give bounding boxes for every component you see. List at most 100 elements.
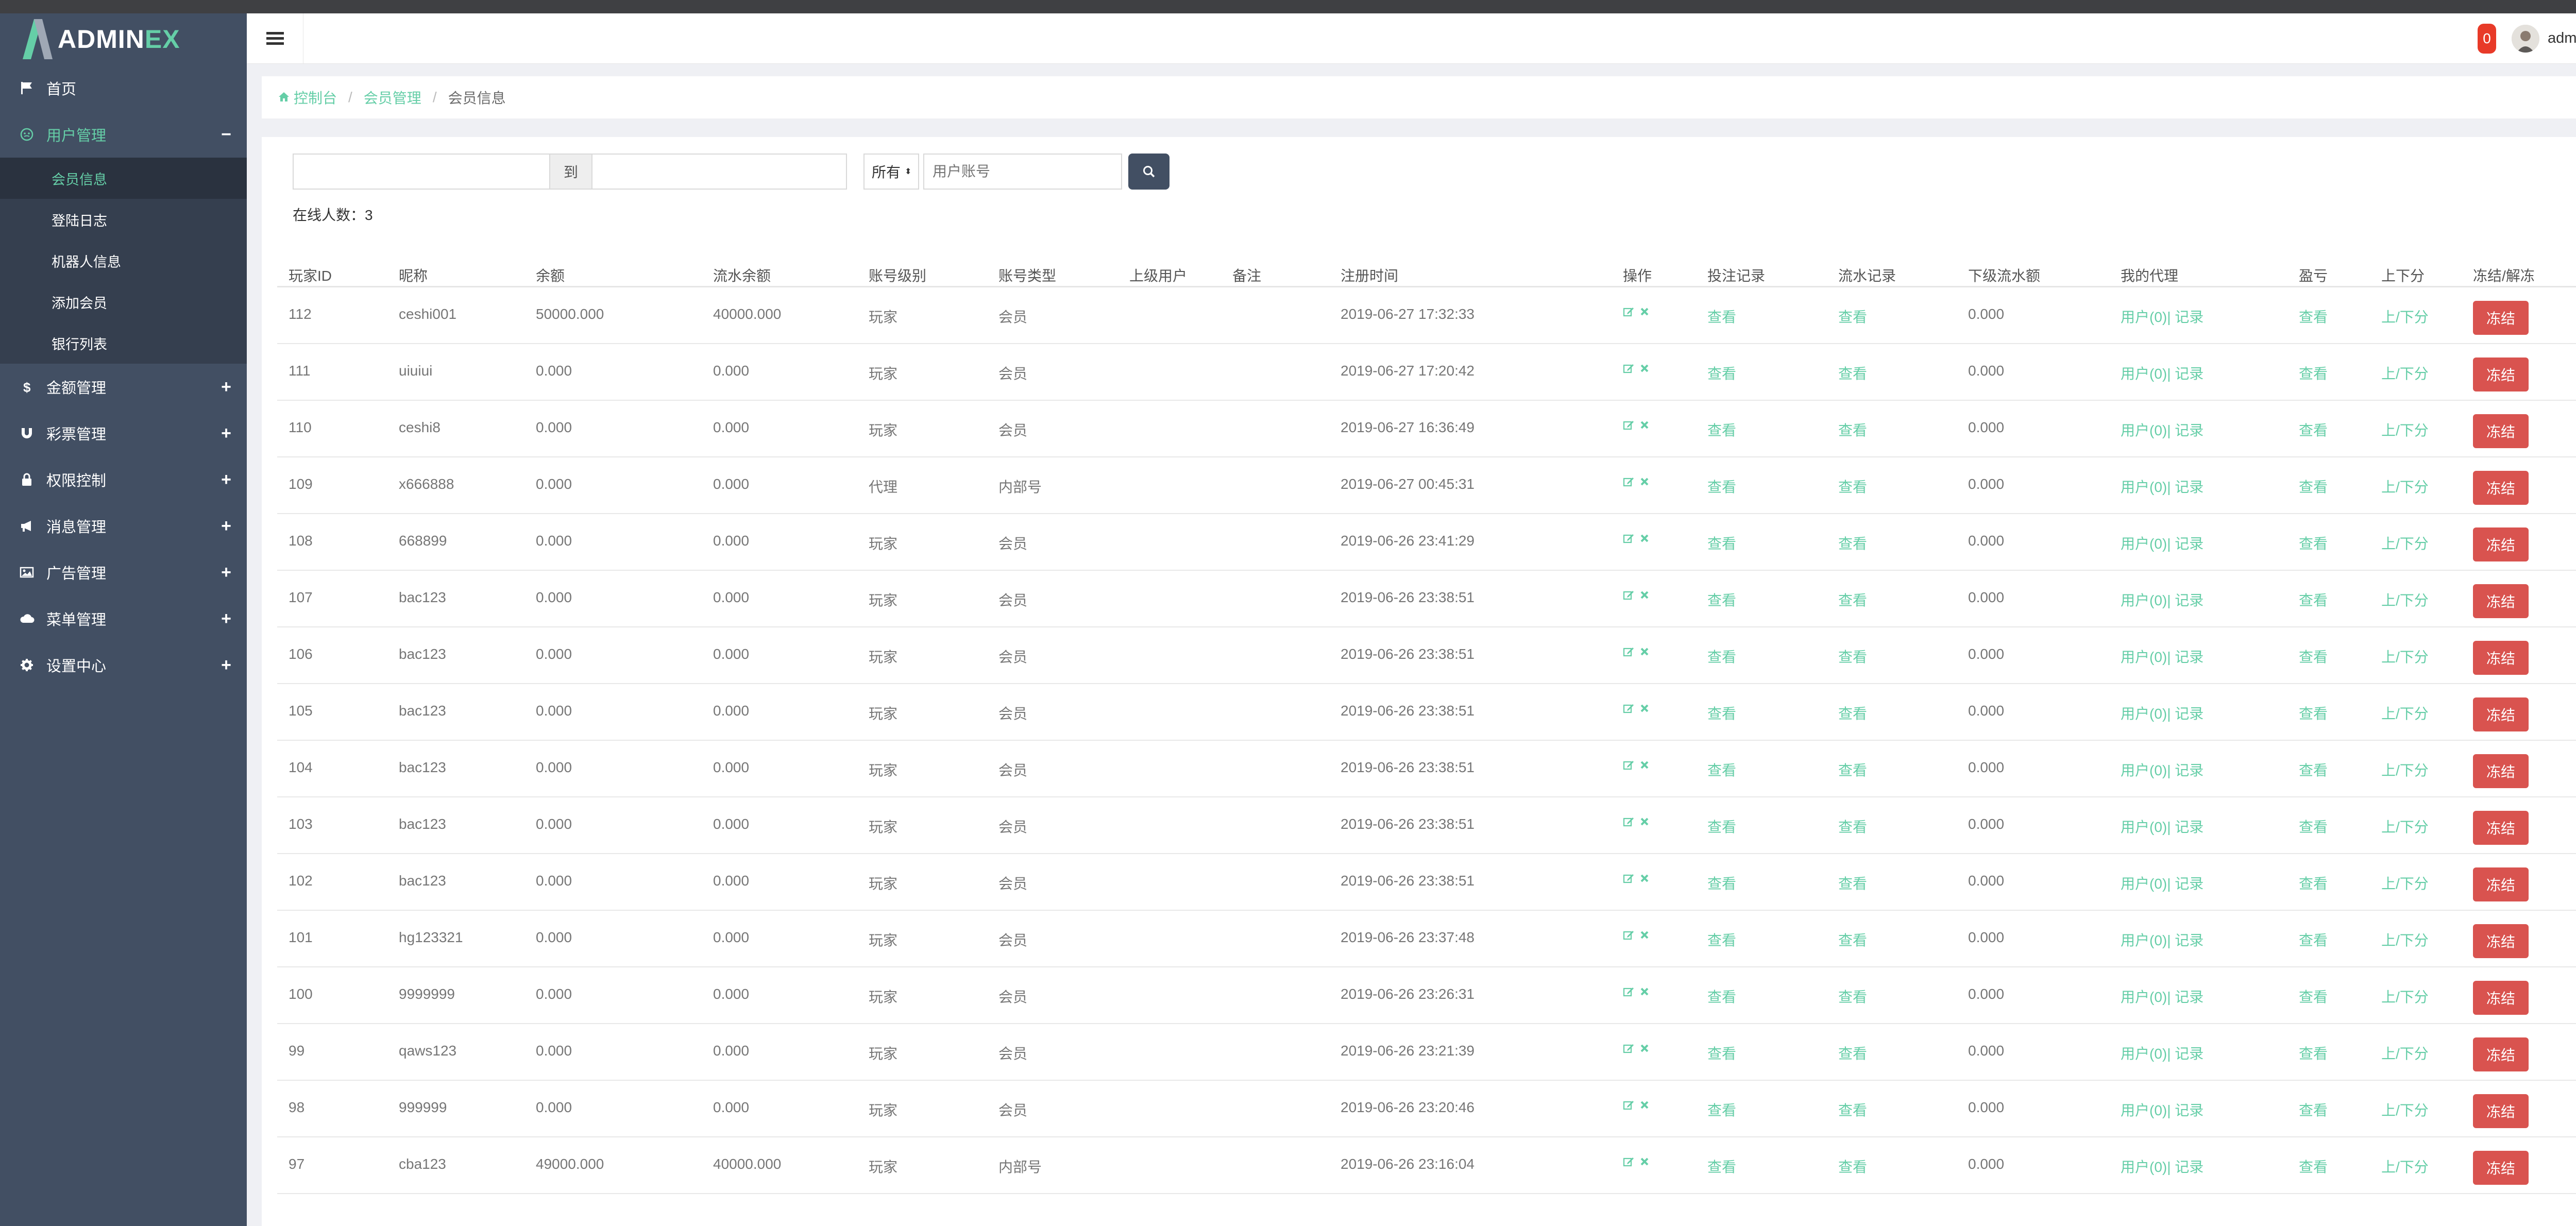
user-menu[interactable]: admin1 ▼ — [2548, 30, 2576, 47]
delete-icon[interactable] — [1639, 703, 1650, 713]
edit-icon[interactable] — [1623, 646, 1634, 657]
my-agent-link[interactable]: 用户(0)| 记录 — [2121, 759, 2204, 780]
points-adjust-link[interactable]: 上/下分 — [2381, 646, 2429, 667]
my-agent-link[interactable]: 用户(0)| 记录 — [2121, 533, 2204, 553]
sidebar-item-ads[interactable]: 广告管理 + — [0, 549, 247, 595]
col-header[interactable]: 备注 — [1232, 265, 1261, 285]
points-adjust-link[interactable]: 上/下分 — [2381, 419, 2429, 440]
profit-loss-link[interactable]: 查看 — [2299, 929, 2328, 950]
delete-icon[interactable] — [1639, 1100, 1650, 1110]
profit-loss-link[interactable]: 查看 — [2299, 1156, 2328, 1177]
expand-icon[interactable]: + — [221, 655, 231, 675]
my-agent-link[interactable]: 用户(0)| 记录 — [2121, 363, 2204, 383]
flow-records-link[interactable]: 查看 — [1838, 363, 1867, 383]
points-adjust-link[interactable]: 上/下分 — [2381, 306, 2429, 327]
edit-icon[interactable] — [1623, 759, 1634, 771]
flow-records-link[interactable]: 查看 — [1838, 816, 1867, 837]
delete-icon[interactable] — [1639, 1043, 1650, 1053]
date-from-input[interactable] — [293, 154, 550, 190]
logo[interactable]: ADMINEX — [0, 13, 247, 65]
bet-records-link[interactable]: 查看 — [1707, 873, 1736, 893]
flow-records-link[interactable]: 查看 — [1838, 533, 1867, 553]
col-header[interactable]: 昵称 — [399, 265, 428, 285]
menu-toggle-button[interactable] — [247, 13, 303, 64]
delete-icon[interactable] — [1639, 816, 1650, 827]
edit-icon[interactable] — [1623, 816, 1634, 827]
sidebar-item-user-management[interactable]: 用户管理 − — [0, 111, 247, 158]
flow-records-link[interactable]: 查看 — [1838, 419, 1867, 440]
col-header[interactable]: 冻结/解冻 — [2473, 265, 2535, 285]
flow-records-link[interactable]: 查看 — [1838, 646, 1867, 667]
expand-icon[interactable]: + — [221, 609, 231, 629]
profit-loss-link[interactable]: 查看 — [2299, 986, 2328, 1007]
expand-icon[interactable]: + — [221, 377, 231, 397]
submenu-item-member-info[interactable]: 会员信息 — [0, 158, 247, 199]
freeze-button[interactable]: 冻结 — [2473, 697, 2529, 731]
col-header[interactable]: 注册时间 — [1341, 265, 1398, 285]
my-agent-link[interactable]: 用户(0)| 记录 — [2121, 986, 2204, 1007]
points-adjust-link[interactable]: 上/下分 — [2381, 759, 2429, 780]
delete-icon[interactable] — [1639, 363, 1650, 373]
my-agent-link[interactable]: 用户(0)| 记录 — [2121, 929, 2204, 950]
bet-records-link[interactable]: 查看 — [1707, 929, 1736, 950]
profit-loss-link[interactable]: 查看 — [2299, 646, 2328, 667]
notification-badge[interactable]: 0 — [2478, 24, 2496, 54]
my-agent-link[interactable]: 用户(0)| 记录 — [2121, 1156, 2204, 1177]
flow-records-link[interactable]: 查看 — [1838, 929, 1867, 950]
freeze-button[interactable]: 冻结 — [2473, 584, 2529, 618]
profit-loss-link[interactable]: 查看 — [2299, 873, 2328, 893]
freeze-button[interactable]: 冻结 — [2473, 1094, 2529, 1128]
edit-icon[interactable] — [1623, 1156, 1634, 1167]
profit-loss-link[interactable]: 查看 — [2299, 363, 2328, 383]
collapse-icon[interactable]: − — [221, 125, 231, 145]
account-filter-select[interactable]: 所有 ⬍ — [863, 154, 919, 190]
profit-loss-link[interactable]: 查看 — [2299, 306, 2328, 327]
bet-records-link[interactable]: 查看 — [1707, 306, 1736, 327]
col-header[interactable]: 下级流水额 — [1968, 265, 2040, 285]
flow-records-link[interactable]: 查看 — [1838, 1043, 1867, 1063]
col-header[interactable]: 账号级别 — [869, 265, 926, 285]
edit-icon[interactable] — [1623, 476, 1634, 487]
edit-icon[interactable] — [1623, 1099, 1634, 1111]
bet-records-link[interactable]: 查看 — [1707, 759, 1736, 780]
freeze-button[interactable]: 冻结 — [2473, 527, 2529, 561]
expand-icon[interactable]: + — [221, 423, 231, 444]
profit-loss-link[interactable]: 查看 — [2299, 1043, 2328, 1063]
delete-icon[interactable] — [1639, 306, 1650, 317]
flow-records-link[interactable]: 查看 — [1838, 986, 1867, 1007]
delete-icon[interactable] — [1639, 420, 1650, 430]
edit-icon[interactable] — [1623, 306, 1634, 317]
bet-records-link[interactable]: 查看 — [1707, 1156, 1736, 1177]
col-header[interactable]: 上级用户 — [1129, 265, 1187, 285]
edit-icon[interactable] — [1623, 873, 1634, 884]
edit-icon[interactable] — [1623, 533, 1634, 544]
freeze-button[interactable]: 冻结 — [2473, 981, 2529, 1015]
points-adjust-link[interactable]: 上/下分 — [2381, 1156, 2429, 1177]
edit-icon[interactable] — [1623, 986, 1634, 997]
my-agent-link[interactable]: 用户(0)| 记录 — [2121, 646, 2204, 667]
bet-records-link[interactable]: 查看 — [1707, 703, 1736, 723]
col-header[interactable]: 上下分 — [2381, 265, 2425, 285]
my-agent-link[interactable]: 用户(0)| 记录 — [2121, 1043, 2204, 1063]
expand-icon[interactable]: + — [221, 516, 231, 536]
my-agent-link[interactable]: 用户(0)| 记录 — [2121, 589, 2204, 610]
delete-icon[interactable] — [1639, 873, 1650, 883]
freeze-button[interactable]: 冻结 — [2473, 1151, 2529, 1185]
sidebar-item-finance[interactable]: $ 金额管理 + — [0, 364, 247, 410]
bet-records-link[interactable]: 查看 — [1707, 986, 1736, 1007]
flow-records-link[interactable]: 查看 — [1838, 703, 1867, 723]
bet-records-link[interactable]: 查看 — [1707, 533, 1736, 553]
profit-loss-link[interactable]: 查看 — [2299, 1099, 2328, 1120]
points-adjust-link[interactable]: 上/下分 — [2381, 873, 2429, 893]
my-agent-link[interactable]: 用户(0)| 记录 — [2121, 419, 2204, 440]
my-agent-link[interactable]: 用户(0)| 记录 — [2121, 873, 2204, 893]
profit-loss-link[interactable]: 查看 — [2299, 419, 2328, 440]
freeze-button[interactable]: 冻结 — [2473, 754, 2529, 788]
delete-icon[interactable] — [1639, 760, 1650, 770]
delete-icon[interactable] — [1639, 533, 1650, 543]
my-agent-link[interactable]: 用户(0)| 记录 — [2121, 816, 2204, 837]
submenu-item-bank-list[interactable]: 银行列表 — [0, 322, 247, 364]
submenu-item-robot-info[interactable]: 机器人信息 — [0, 240, 247, 281]
breadcrumb-section[interactable]: 会员管理 — [364, 87, 421, 108]
profit-loss-link[interactable]: 查看 — [2299, 703, 2328, 723]
